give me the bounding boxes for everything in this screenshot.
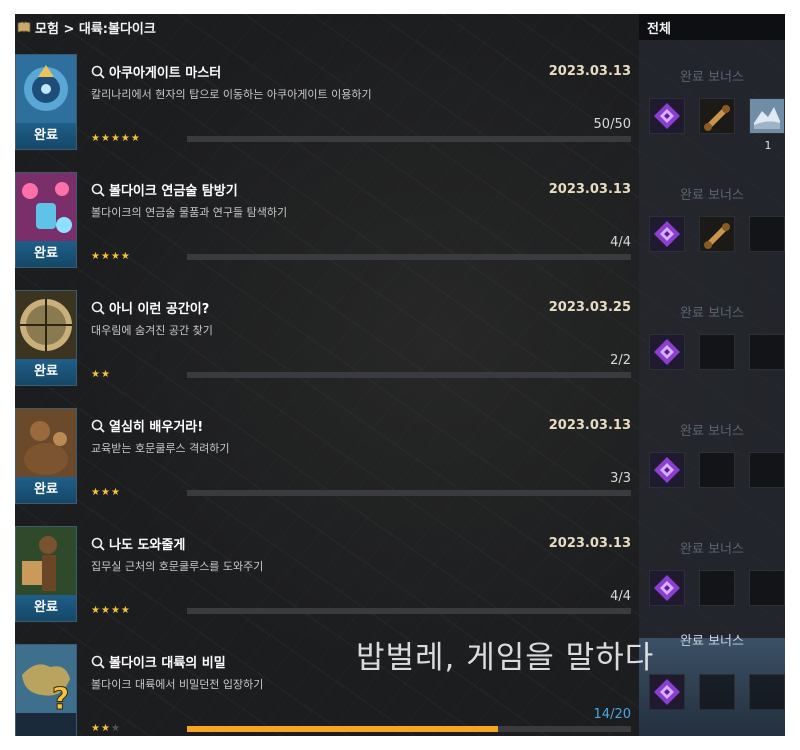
reward-slot[interactable] [649,98,685,134]
completion-date: 2023.03.13 [548,418,631,433]
quest-title: 열심히 배우거라! [109,420,204,435]
homunculus-icon [16,409,76,477]
quest-thumbnail: ? [15,644,77,736]
reward-slot[interactable] [649,334,685,370]
bonus-label: 완료 보너스 [680,634,744,649]
bonus-label: 완료 보너스 [680,188,744,203]
reward-slot-empty [699,570,735,606]
gem-icon [650,571,684,605]
progress-count: 2/2 [610,353,631,368]
quest-description: 교육받는 호문쿨루스 격려하기 [91,442,230,455]
completion-bonus: 완료 보너스 [639,368,785,488]
quest-description: 볼다이크 대륙에서 비밀던전 입장하기 [91,678,264,691]
quest-title-line[interactable]: 열심히 배우거라! [91,416,203,435]
adventure-window: 모험 > 대륙:볼다이크 전체 완료 아쿠아게이트 마스터 칼리나리에서 현자의 탑… [15,14,785,736]
reward-slot-empty [699,452,735,488]
completion-bonus: 완료 보너스 1 [639,14,785,152]
quest-title-line[interactable]: 볼다이크 대륙의 비밀 [91,652,226,671]
hidden-space-icon [16,291,76,359]
reward-slot-empty [749,216,785,252]
gem-icon [650,675,684,709]
aquagate-icon [16,55,76,123]
svg-text:?: ? [52,682,69,713]
quest-description: 볼다이크의 연금술 물품과 연구들 탐색하기 [91,206,288,219]
quest-row[interactable]: 완료 아니 이런 공간이? 대우림에 숨겨진 공간 찾기 2023.03.25 2/2 ★… [15,250,639,386]
completion-bonus: 완료 보너스 [639,604,785,716]
reward-slot[interactable] [649,452,685,488]
quest-description: 칼리나리에서 현자의 탑으로 이동하는 아쿠아게이트 이용하기 [91,88,372,101]
reward-slot-empty [749,452,785,488]
bonus-label: 완료 보너스 [680,542,744,557]
search-icon[interactable] [91,655,105,669]
progress-count: 14/20 [593,707,631,722]
gem-icon [650,335,684,369]
reward-slot-empty [699,334,735,370]
quest-title: 나도 도와줄게 [109,538,186,553]
alchemy-icon [16,173,76,241]
quest-row[interactable]: 완료 볼다이크 연금술 탐방기 볼다이크의 연금술 물품과 연구들 탐색하기 2023… [15,132,639,268]
completion-date: 2023.03.13 [548,182,631,197]
quest-title: 볼다이크 연금술 탐방기 [109,184,238,199]
completion-bonus: 완료 보너스 [639,486,785,606]
secret-map-icon: ? [16,645,76,713]
star-icon: ★ [91,723,101,734]
quest-row[interactable]: 완료 나도 도와줄게 집무실 근처의 호문쿨루스를 도와주기 2023.03.13 4/… [15,486,639,622]
quest-row[interactable]: 완료 아쿠아게이트 마스터 칼리나리에서 현자의 탑으로 이동하는 아쿠아게이트 이… [15,14,639,150]
completion-bonus: 완료 보너스 [639,132,785,252]
search-icon[interactable] [91,183,105,197]
watermark-text: 밥벌레, 게임을 말하다 [356,640,655,676]
search-icon[interactable] [91,537,105,551]
bonus-label: 완료 보너스 [680,424,744,439]
completion-date: 2023.03.13 [548,64,631,79]
reward-slot[interactable] [649,216,685,252]
search-icon[interactable] [91,419,105,433]
reward-slot[interactable] [699,98,735,134]
reward-slot-empty [699,674,735,710]
reward-slot-empty [749,334,785,370]
quest-title-line[interactable]: 나도 도와줄게 [91,534,185,553]
search-icon[interactable] [91,301,105,315]
quest-title: 볼다이크 대륙의 비밀 [109,656,226,671]
quest-description: 집무실 근처의 호문쿨루스를 도와주기 [91,560,264,573]
search-icon[interactable] [91,65,105,79]
progress-count: 3/3 [610,471,631,486]
map-icon [750,99,784,133]
progress-count: 4/4 [610,589,631,604]
reward-slot[interactable]: 1 [749,98,785,152]
quest-title-line[interactable]: 볼다이크 연금술 탐방기 [91,180,238,199]
progress-count: 4/4 [610,235,631,250]
completion-date: 2023.03.13 [548,536,631,551]
star-empty-icon: ★ [110,723,121,734]
reward-slot-empty [749,674,785,710]
star-icon: ★ [100,723,111,734]
progress-count: 50/50 [593,117,631,132]
progress-bar-fill [187,726,498,732]
reward-slot[interactable] [699,216,735,252]
quest-description: 대우림에 숨겨진 공간 찾기 [91,324,213,337]
scroll-icon [700,99,734,133]
completion-bonus: 완료 보너스 [639,250,785,370]
quest-title-line[interactable]: 아니 이런 공간이? [91,298,209,317]
gem-icon [650,99,684,133]
quest-title: 아쿠아게이트 마스터 [109,66,222,81]
gem-icon [650,217,684,251]
quest-title-line[interactable]: 아쿠아게이트 마스터 [91,62,221,81]
reward-slot-empty [749,570,785,606]
completion-date: 2023.03.25 [548,300,631,315]
star-rating: ★★★ [91,723,121,734]
quest-row[interactable]: 완료 열심히 배우거라! 교육받는 호문쿨루스 격려하기 2023.03.13 3/3 ★… [15,368,639,504]
reward-slot[interactable] [649,674,685,710]
bonus-label: 완료 보너스 [680,306,744,321]
reward-slot[interactable] [649,570,685,606]
scroll-icon [700,217,734,251]
helper-icon [16,527,76,595]
progress-bar [187,726,631,732]
quest-title: 아니 이런 공간이? [109,302,210,317]
gem-icon [650,453,684,487]
bonus-label: 완료 보너스 [680,70,744,85]
